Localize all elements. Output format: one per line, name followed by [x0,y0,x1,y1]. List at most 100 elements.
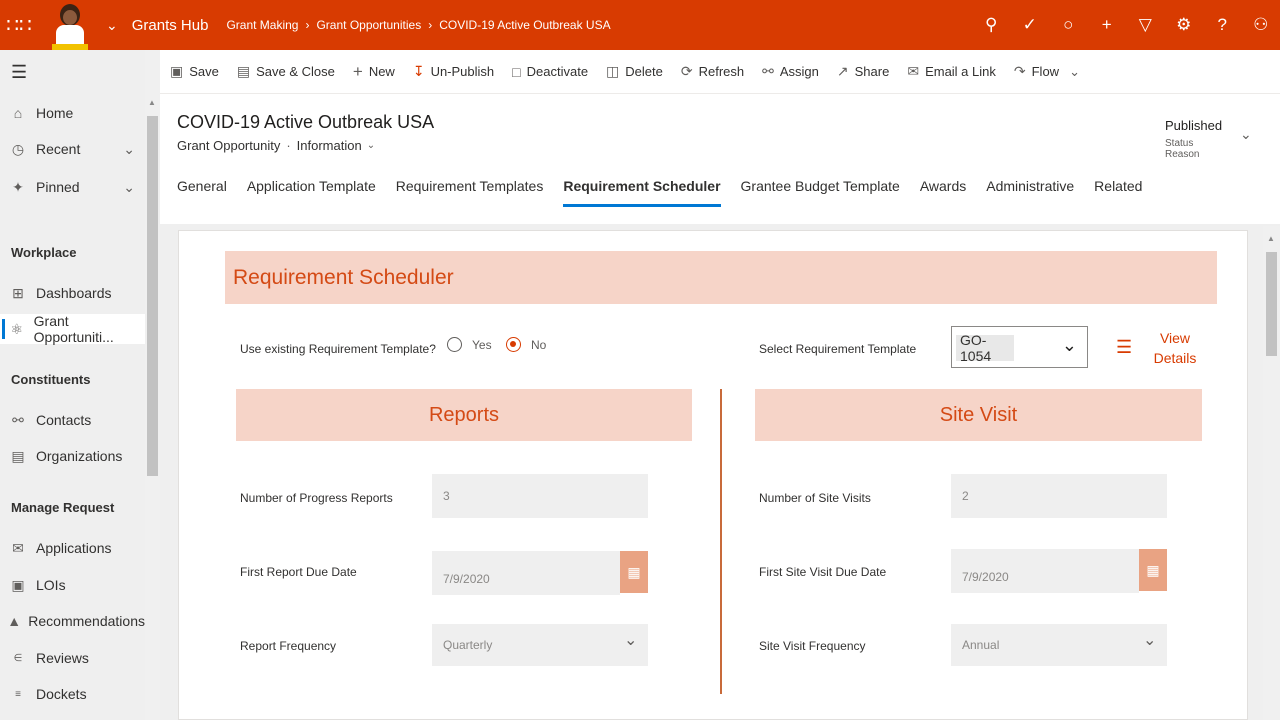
deactivate-icon: □ [512,63,521,80]
tab-awards[interactable]: Awards [920,178,966,208]
radio-yes[interactable] [447,337,462,352]
scheduler-title: Requirement Scheduler [233,266,454,289]
save-close-button[interactable]: ▤ Save & Close [237,63,335,80]
report-frequency-select[interactable]: Quarterly [432,624,648,666]
content-scrollbar[interactable]: ▲ [1263,226,1280,720]
lightbulb-icon[interactable]: ○ [1049,0,1088,50]
tab-related[interactable]: Related [1094,178,1142,208]
nav-item-dockets[interactable]: ≡ Dockets [0,679,145,709]
scrollbar-thumb[interactable] [147,116,158,476]
plus-icon[interactable]: + [1088,0,1127,50]
nav-item-recommendations[interactable]: ▲ Recommendations [0,606,145,636]
help-icon[interactable]: ? [1203,0,1242,50]
breadcrumb-item[interactable]: Grant Making [226,18,298,32]
first-report-due-field[interactable]: 7/9/2020 [432,551,620,595]
calendar-icon[interactable]: ▦ [1139,549,1167,591]
unpublish-button[interactable]: ↧ Un-Publish [413,63,494,80]
flow-button[interactable]: ↷ Flow ⌄ [1014,63,1080,80]
nav-group-title: Constituents [11,372,91,387]
review-icon: ∈ [13,652,23,664]
tab-administrative[interactable]: Administrative [986,178,1074,208]
flow-icon: ↷ [1013,63,1026,79]
nav-item-applications[interactable]: ✉ Applications [0,533,145,563]
radio-no-label: No [531,338,547,352]
chevron-down-icon[interactable]: ⌄ [123,179,135,196]
tab-general[interactable]: General [177,178,227,208]
nav-item-contacts[interactable]: ⚯ Contacts [0,405,145,435]
nav-item-reviews[interactable]: ∈ Reviews [0,643,145,673]
clock-icon: ◷ [11,140,25,157]
hamburger-icon[interactable]: ☰ [0,50,159,94]
user-icon[interactable]: ⚇ [1242,0,1280,50]
chevron-down-icon: ⌄ [1069,63,1080,79]
filter-icon[interactable]: ▽ [1126,0,1165,50]
assign-button[interactable]: ⚯ Assign [762,63,819,80]
tab-grantee-budget-template[interactable]: Grantee Budget Template [741,178,900,208]
command-bar: ▣ Save ▤ Save & Close + New ↧ Un-Publish □ De… [160,50,1280,94]
view-details-link[interactable]: View Details [1150,328,1200,368]
save-button[interactable]: ▣ Save [170,63,219,80]
nav-item-grant-opportunities[interactable]: ⚛ Grant Opportuniti... [0,313,145,345]
tab-requirement-scheduler[interactable]: Requirement Scheduler [563,178,721,208]
scrollbar-thumb[interactable] [1266,252,1277,356]
loi-icon: ▣ [11,576,25,593]
email-link-button[interactable]: ✉ Email a Link [907,63,996,80]
nav-item-organizations[interactable]: ▤ Organizations [0,441,145,471]
nav-item-lois[interactable]: ▣ LOIs [0,570,145,600]
app-name[interactable]: Grants Hub [132,17,209,34]
save-icon: ▣ [170,63,184,79]
calendar-icon[interactable]: ▦ [620,551,648,593]
entity-name: Grant Opportunity [177,138,281,153]
tab-application-template[interactable]: Application Template [247,178,376,208]
building-icon: ▤ [11,447,25,464]
nav-item-recent[interactable]: ◷ Recent ⌄ [0,134,145,164]
breadcrumb-item[interactable]: Grant Opportunities [316,18,421,32]
first-site-visit-due-field[interactable]: 7/9/2020 [951,549,1139,593]
nav-scrollbar[interactable]: ▲ [145,50,160,720]
deactivate-button[interactable]: □ Deactivate [512,64,588,80]
share-button[interactable]: ↗ Share [837,63,889,80]
refresh-icon: ⟳ [680,63,693,79]
site-visit-section-header: Site Visit [755,389,1202,441]
chevron-down-icon: ⌄ [1061,335,1077,355]
radio-no[interactable] [506,337,521,352]
search-icon[interactable]: ⚲ [972,0,1011,50]
tab-list: General Application Template Requirement… [177,178,1162,208]
scheduler-header: Requirement Scheduler [225,251,1217,304]
template-dropdown[interactable]: GO-1054 ⌄ [951,326,1088,368]
breadcrumb: Grant Making › Grant Opportunities › COV… [226,18,610,32]
person-icon: ⚯ [12,411,24,428]
task-icon[interactable]: ✓ [1011,0,1050,50]
site-visit-frequency-select[interactable]: Annual [951,624,1167,666]
settings-icon[interactable]: ⚙ [1165,0,1204,50]
progress-reports-field[interactable]: 3 [432,474,648,518]
report-frequency-label: Report Frequency [240,639,337,653]
chevron-down-icon: ⌄ [1143,632,1157,649]
reports-section-header: Reports [236,389,692,441]
nav-item-pinned[interactable]: ✦ Pinned ⌄ [0,172,145,202]
list-details-icon[interactable]: ☰ [1116,337,1136,357]
status-label: Status Reason [1165,138,1200,160]
chevron-down-icon[interactable]: ⌄ [123,141,135,158]
status-reason: Published Status Reason [1165,118,1222,160]
first-report-due-label: First Report Due Date [240,565,357,579]
tab-requirement-templates[interactable]: Requirement Templates [396,178,544,208]
chevron-down-icon[interactable]: ⌄ [106,17,118,34]
delete-button[interactable]: ◫ Delete [606,63,663,80]
nav-item-dashboards[interactable]: ⊞ Dashboards [0,278,145,308]
refresh-button[interactable]: ⟳ Refresh [681,63,744,80]
site-visits-label: Number of Site Visits [759,491,871,505]
scroll-up-icon[interactable]: ▲ [1267,234,1275,243]
email-icon: ✉ [907,63,920,79]
chevron-down-icon[interactable]: ⌄ [1240,126,1252,143]
nav-item-home[interactable]: ⌂ Home [0,98,145,128]
new-button[interactable]: + New [353,62,395,82]
template-value: GO-1054 [956,332,1014,364]
app-launcher-icon[interactable]: ∷∷ [0,0,38,50]
scroll-up-icon[interactable]: ▲ [148,98,156,107]
form-selector[interactable]: Information ⌄ [297,138,375,153]
applications-icon: ✉ [12,539,24,556]
site-visits-field[interactable]: 2 [951,474,1167,518]
nav-group-title: Workplace [11,245,77,260]
thumbs-up-icon: ▲ [7,613,22,629]
